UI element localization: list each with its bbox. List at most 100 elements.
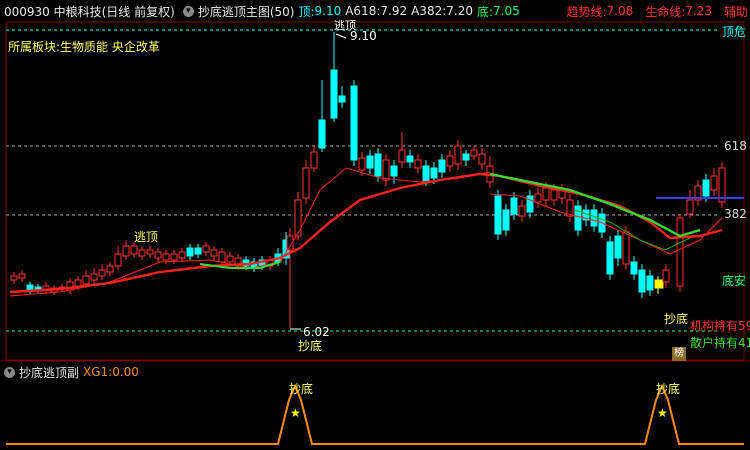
retail-hold: 散户持有41 bbox=[690, 336, 750, 350]
candle-body bbox=[406, 155, 414, 163]
candle-body bbox=[638, 269, 646, 293]
candle-body bbox=[606, 241, 614, 275]
sub-dropdown-icon[interactable]: ▾ bbox=[4, 366, 15, 378]
candle-body bbox=[122, 245, 130, 257]
candle-body bbox=[358, 157, 366, 171]
candle-body bbox=[454, 145, 462, 165]
candle-body bbox=[462, 153, 470, 161]
candle-body bbox=[398, 149, 406, 163]
xg1-line bbox=[6, 383, 744, 445]
candle-body bbox=[130, 245, 138, 255]
candle-body bbox=[646, 275, 654, 291]
trend-line bbox=[9, 167, 491, 297]
spike-label-1: 抄底 bbox=[289, 382, 314, 396]
high-mark-line bbox=[335, 33, 347, 39]
rank-badge[interactable]: 榜 bbox=[672, 347, 686, 361]
green-thin-line bbox=[574, 209, 691, 251]
candle-body bbox=[18, 273, 26, 279]
sell-signal: 逃顶 bbox=[134, 230, 159, 244]
candle-body bbox=[162, 253, 170, 261]
candle-body bbox=[502, 209, 510, 231]
a382-value: 7.20 bbox=[446, 4, 473, 18]
a618-label: A618: bbox=[345, 4, 381, 18]
candle-body bbox=[10, 275, 18, 281]
life-label: 生命线: bbox=[645, 4, 686, 19]
candle-body bbox=[338, 95, 346, 103]
spike-label-2: 抄底 bbox=[656, 382, 681, 396]
candle-body bbox=[590, 209, 598, 227]
candle-body bbox=[138, 249, 146, 257]
candle-body bbox=[574, 205, 582, 231]
top-price-mark: 9.10 bbox=[350, 29, 377, 43]
candle-body bbox=[186, 247, 194, 257]
candle-body bbox=[718, 167, 726, 203]
candle-body bbox=[226, 255, 234, 263]
candle-body bbox=[330, 69, 338, 119]
sub-header: ▾ 抄底逃顶副 XG1: 0.00 bbox=[0, 361, 750, 383]
candle-body bbox=[350, 85, 358, 161]
buy-signal-1: 抄底 bbox=[298, 339, 323, 353]
candle-body bbox=[710, 175, 718, 191]
sector-info: 所属板块:生物质能 央企改革 bbox=[8, 40, 160, 54]
candle-body bbox=[26, 284, 34, 291]
candle-body bbox=[478, 153, 486, 165]
candle-body bbox=[178, 251, 186, 259]
level-top-label: 顶危 bbox=[722, 25, 747, 39]
top-label: 顶: bbox=[298, 4, 315, 19]
candle-body bbox=[374, 153, 382, 177]
candle-body bbox=[494, 195, 502, 235]
candle-body bbox=[430, 167, 438, 179]
sub-title[interactable]: 抄底逃顶副 bbox=[19, 364, 79, 381]
candle-body bbox=[82, 275, 90, 285]
indicator-name[interactable]: 抄底逃顶主图(50) bbox=[198, 3, 295, 20]
bottom-value: 7.05 bbox=[493, 4, 520, 18]
candle-body bbox=[438, 159, 446, 173]
main-frame bbox=[5, 21, 745, 361]
candle-body bbox=[542, 187, 550, 201]
a618-value: 7.92 bbox=[380, 4, 408, 18]
spike-star-1: ★ bbox=[290, 406, 301, 420]
buy-signal-2: 抄底 bbox=[664, 312, 689, 326]
candle-body bbox=[302, 167, 310, 199]
candle-body bbox=[170, 253, 178, 261]
candle-body bbox=[366, 155, 374, 169]
candle-body bbox=[622, 231, 630, 265]
candle-body bbox=[106, 265, 114, 273]
level-618-label: 618 bbox=[724, 139, 747, 153]
candle-body bbox=[114, 253, 122, 267]
candle-body bbox=[202, 245, 210, 253]
top-value: 9.10 bbox=[314, 4, 342, 18]
candle-body bbox=[662, 269, 670, 283]
spike-star-2: ★ bbox=[657, 406, 668, 420]
candle-body bbox=[318, 119, 326, 149]
candle-body bbox=[210, 249, 218, 257]
candle-body bbox=[676, 217, 684, 287]
candle-body bbox=[702, 179, 710, 197]
main-header: 000930 中粮科技(日线 前复权) ▾ 抄底逃顶主图(50) 顶: 9.10… bbox=[0, 0, 750, 22]
candle-body bbox=[382, 159, 390, 181]
level-382-label: 382 bbox=[724, 207, 747, 221]
candle-body bbox=[518, 205, 526, 217]
candle-body bbox=[310, 151, 318, 169]
candle-body bbox=[510, 197, 518, 215]
xg-value: 0.00 bbox=[112, 365, 139, 379]
a382-label: A382: bbox=[411, 4, 447, 18]
candle-body bbox=[470, 149, 478, 157]
extra-label: 辅助 bbox=[723, 4, 748, 19]
life-line bbox=[9, 172, 723, 294]
dropdown-icon[interactable]: ▾ bbox=[182, 5, 194, 17]
trend-value: 7.08 bbox=[606, 4, 634, 18]
candle-body bbox=[218, 251, 226, 263]
level-bottom-label: 底安 bbox=[722, 274, 747, 288]
candle-body bbox=[534, 193, 542, 203]
stock-title[interactable]: 000930 中粮科技(日线 前复权) bbox=[4, 3, 175, 20]
candle-body bbox=[414, 159, 422, 169]
candle-body bbox=[630, 261, 638, 275]
candle-body bbox=[654, 279, 664, 289]
candle-body bbox=[146, 249, 154, 255]
candle-body bbox=[550, 189, 558, 201]
xg-label: XG1: bbox=[83, 365, 113, 379]
candle-body bbox=[390, 165, 398, 177]
candle-body bbox=[90, 273, 98, 281]
bottom-label: 底: bbox=[476, 4, 494, 19]
